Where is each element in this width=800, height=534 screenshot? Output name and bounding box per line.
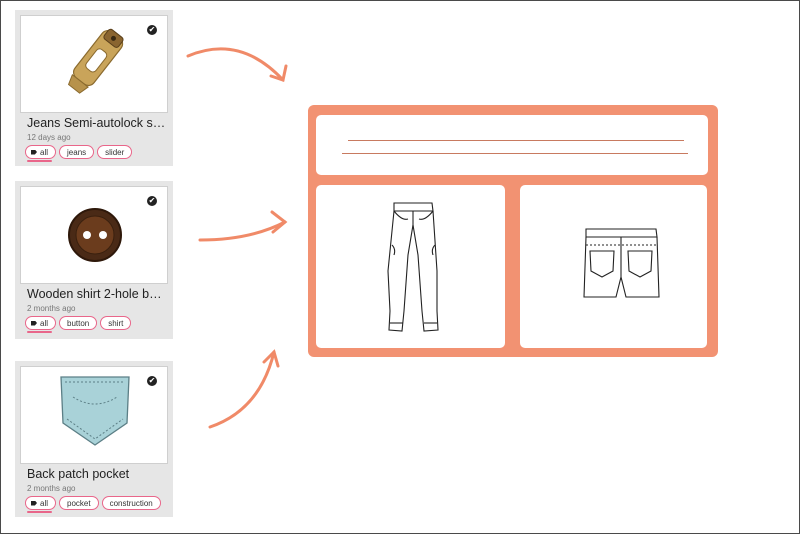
tag-jeans[interactable]: jeans bbox=[59, 145, 95, 159]
arrows-layer bbox=[186, 47, 288, 429]
header-panel bbox=[316, 115, 708, 175]
card-thumbnail: ✔ bbox=[20, 15, 168, 113]
tag-icon bbox=[31, 500, 37, 506]
selected-check-icon[interactable]: ✔ bbox=[147, 376, 157, 386]
card-timestamp: 2 months ago bbox=[27, 304, 76, 313]
tag-list: all pocket construction bbox=[25, 496, 161, 513]
tag-list: all jeans slider bbox=[25, 145, 133, 162]
asset-card-pocket[interactable]: ✔ Back patch pocket 2 months ago all poc… bbox=[15, 361, 173, 517]
tag-list: all button shirt bbox=[25, 316, 132, 333]
back-view-panel[interactable] bbox=[520, 185, 707, 348]
wooden-button-icon bbox=[68, 208, 122, 262]
tag-button[interactable]: button bbox=[59, 316, 98, 330]
tag-label: all bbox=[40, 147, 49, 157]
card-title: Wooden shirt 2-hole butt… bbox=[27, 287, 167, 301]
card-thumbnail: ✔ bbox=[20, 186, 168, 284]
selected-check-icon[interactable]: ✔ bbox=[147, 196, 157, 206]
card-thumbnail: ✔ bbox=[20, 366, 168, 464]
arrow-1-icon bbox=[186, 47, 285, 82]
tag-construction[interactable]: construction bbox=[101, 496, 161, 510]
tech-pack-board bbox=[308, 105, 718, 357]
tag-all[interactable]: all bbox=[25, 145, 57, 162]
tag-icon bbox=[31, 320, 37, 326]
card-title: Jeans Semi-autolock slid… bbox=[27, 116, 167, 130]
front-view-panel[interactable] bbox=[316, 185, 505, 348]
zipper-slider-icon bbox=[67, 28, 124, 94]
tag-label: all bbox=[40, 498, 49, 508]
arrow-2-head-icon bbox=[270, 210, 288, 234]
card-title: Back patch pocket bbox=[27, 467, 130, 481]
tag-icon bbox=[31, 149, 37, 155]
card-timestamp: 12 days ago bbox=[27, 133, 71, 142]
card-timestamp: 2 months ago bbox=[27, 484, 76, 493]
asset-card-button[interactable]: ✔ Wooden shirt 2-hole butt… 2 months ago… bbox=[15, 181, 173, 339]
tag-all[interactable]: all bbox=[25, 316, 57, 333]
tag-pocket[interactable]: pocket bbox=[59, 496, 99, 510]
jeans-front-sketch-icon bbox=[387, 202, 439, 332]
tag-all[interactable]: all bbox=[25, 496, 57, 513]
arrow-1-head-icon bbox=[269, 64, 288, 82]
tag-shirt[interactable]: shirt bbox=[100, 316, 132, 330]
header-line-1 bbox=[348, 140, 684, 141]
tag-label: all bbox=[40, 318, 49, 328]
selected-check-icon[interactable]: ✔ bbox=[147, 25, 157, 35]
back-pocket-icon bbox=[60, 376, 130, 446]
tag-slider[interactable]: slider bbox=[97, 145, 133, 159]
asset-card-zipper[interactable]: ✔ Jeans Semi-autolock slid… 12 days ago … bbox=[15, 10, 173, 166]
header-line-2 bbox=[342, 153, 688, 154]
jeans-back-sketch-icon bbox=[583, 228, 660, 298]
